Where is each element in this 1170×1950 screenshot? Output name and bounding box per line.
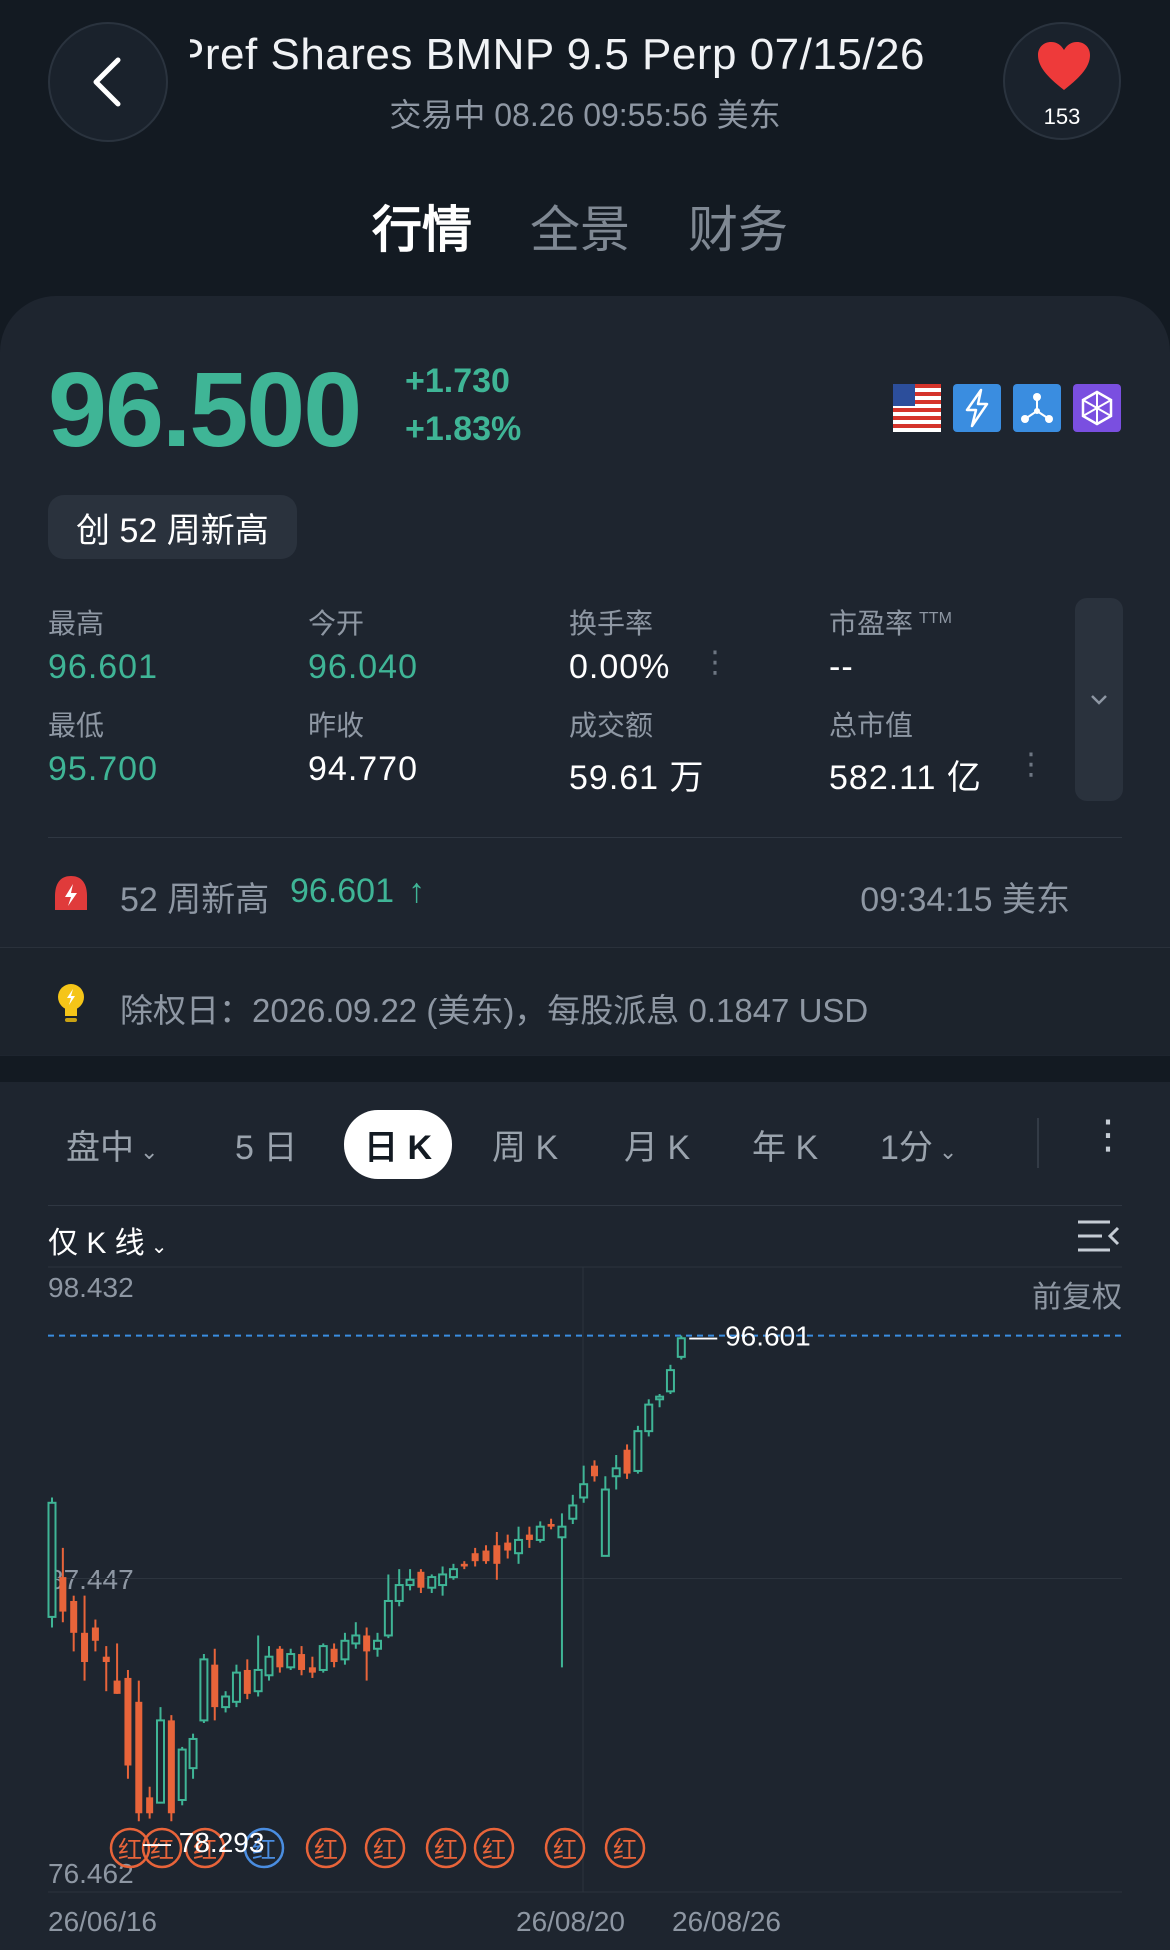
candle-body: [47, 1501, 57, 1618]
candle-body: [438, 1573, 448, 1587]
candle-body: [124, 1677, 132, 1766]
candle-body: [298, 1654, 306, 1670]
candle-body: [471, 1553, 479, 1562]
candle-body: [383, 1599, 393, 1637]
candle-body: [676, 1337, 686, 1358]
candle-body: [665, 1369, 675, 1393]
candle-body: [351, 1634, 361, 1645]
candle-body: [611, 1467, 621, 1478]
candle-body: [308, 1667, 316, 1673]
candle-body: [276, 1648, 284, 1668]
candle-body: [135, 1701, 143, 1814]
candle-body: [211, 1664, 219, 1708]
candle-body: [525, 1534, 533, 1540]
candle-body: [460, 1563, 468, 1567]
candle-body: [330, 1648, 338, 1663]
candle-body: [535, 1525, 545, 1541]
candle-body: [340, 1639, 350, 1661]
dividend-marker-label: 红: [118, 1837, 142, 1864]
candle-body: [579, 1483, 589, 1499]
candle-body: [557, 1525, 567, 1539]
candle-body: [199, 1658, 209, 1722]
candle-body: [482, 1550, 490, 1562]
candle-body: [568, 1504, 578, 1520]
candle-body: [59, 1577, 67, 1612]
candle-body: [156, 1719, 165, 1804]
candle-body: [591, 1465, 598, 1477]
candle-body: [373, 1639, 382, 1650]
candle-body: [70, 1600, 78, 1633]
candle-body: [547, 1524, 555, 1527]
candle-body: [167, 1720, 175, 1814]
candle-body: [188, 1737, 198, 1770]
candle-body: [493, 1545, 501, 1564]
candle-body: [286, 1653, 296, 1669]
candle-body: [318, 1645, 328, 1671]
dividend-marker-label: 红: [553, 1837, 577, 1864]
candle-body: [448, 1568, 458, 1579]
candle-body: [81, 1632, 89, 1663]
candle-body: [427, 1576, 437, 1589]
candlestick-chart[interactable]: — 96.601红红红红红红红红红红— 78.293: [0, 0, 1170, 1950]
candle-body: [655, 1395, 665, 1401]
candle-body: [417, 1571, 425, 1588]
candle-body: [102, 1656, 110, 1663]
candle-body: [633, 1430, 643, 1472]
candle-body: [231, 1671, 241, 1703]
min-price-marker: — 78.293: [143, 1827, 264, 1858]
dividend-marker-label: 红: [434, 1837, 458, 1864]
candle-body: [623, 1449, 631, 1474]
dividend-marker-label: 红: [482, 1837, 506, 1864]
candle-body: [113, 1680, 121, 1694]
candle-body: [363, 1635, 371, 1652]
candle-body: [177, 1748, 187, 1801]
candle-body: [644, 1403, 654, 1433]
candle-body: [243, 1669, 251, 1694]
candle-body: [91, 1627, 99, 1641]
candle-body: [514, 1538, 524, 1555]
candle-body: [405, 1578, 415, 1587]
max-price-marker: — 96.601: [689, 1321, 810, 1352]
candle-body: [264, 1655, 274, 1677]
dividend-marker-label: 红: [373, 1837, 397, 1864]
candle-body: [146, 1797, 154, 1814]
candle-body: [600, 1488, 610, 1557]
dividend-marker-label: 红: [613, 1837, 637, 1864]
candle-body: [394, 1584, 404, 1602]
candle-body: [504, 1542, 512, 1551]
candle-body: [253, 1668, 263, 1693]
candle-body: [221, 1695, 231, 1709]
dividend-marker-label: 红: [314, 1837, 338, 1864]
